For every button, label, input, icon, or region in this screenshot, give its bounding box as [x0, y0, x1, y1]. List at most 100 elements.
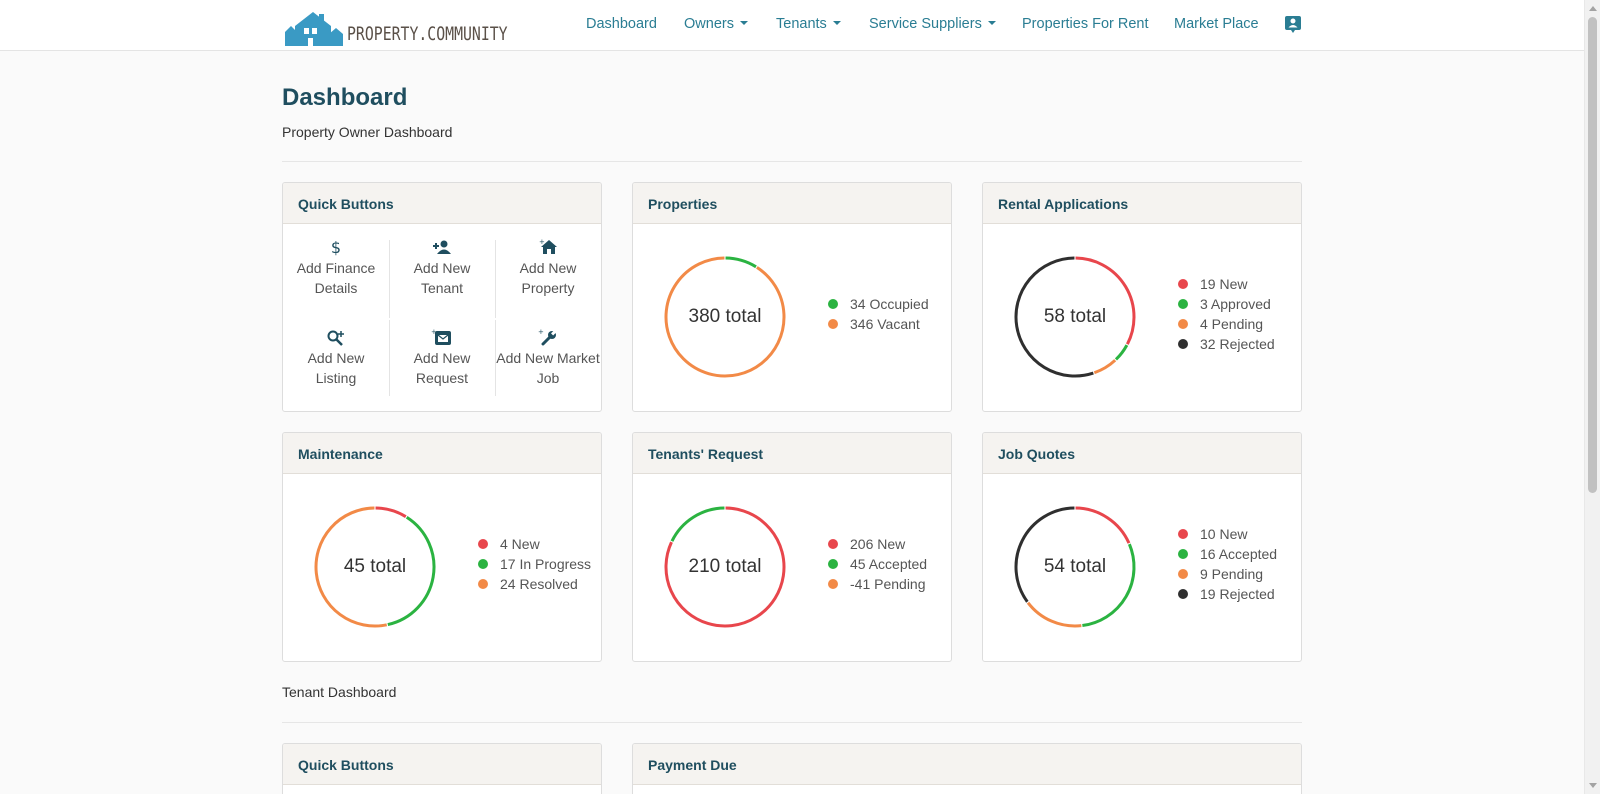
legend-label: 19 New [1200, 276, 1248, 292]
maintenance-card: Maintenance 45 total 4 New 17 In Progress… [282, 432, 602, 662]
add-new-tenant-button[interactable]: Add New Tenant [389, 238, 495, 318]
donut-total: 54 total [1043, 556, 1107, 577]
panel-title: Tenants' Request [633, 433, 951, 474]
legend-item: 9 Pending [1178, 564, 1277, 584]
legend-dot-icon [828, 559, 838, 570]
button-label: Add New [307, 350, 365, 366]
svg-text:+: + [539, 238, 545, 246]
donut-total: 210 total [688, 556, 762, 577]
legend-label: 19 Rejected [1200, 586, 1275, 602]
vertical-scrollbar[interactable] [1584, 0, 1600, 794]
donut-total: 45 total [343, 556, 407, 577]
panel-title: Rental Applications [983, 183, 1301, 224]
svg-text:+: + [431, 328, 437, 336]
legend-dot-icon [828, 539, 838, 550]
user-plus-icon [433, 240, 451, 254]
nav-item-owners[interactable]: Owners [684, 16, 748, 32]
legend-dot-icon [828, 319, 838, 330]
legend-dot-icon [1178, 279, 1188, 290]
legend-item: 16 Accepted [1178, 544, 1277, 564]
legend-item: 19 Rejected [1178, 584, 1277, 604]
nav-item-label: Tenants [776, 16, 827, 32]
legend-dot-icon [1178, 529, 1188, 540]
legend-dot-icon [478, 539, 488, 550]
panel-title: Properties [633, 183, 951, 224]
wrench-plus-icon: + [538, 328, 556, 346]
divider [282, 161, 1302, 162]
legend-item: 3 Approved [1178, 294, 1275, 314]
button-label: Details [314, 280, 358, 296]
button-label: Add New [519, 260, 577, 276]
legend-label: 17 In Progress [500, 556, 592, 572]
nav-item-dashboard[interactable]: Dashboard [586, 16, 657, 32]
button-label: Job [536, 370, 560, 386]
panel-title: Payment Due [633, 744, 1301, 785]
tenants-request-card: Tenants' Request 210 total 206 New 45 Acc… [632, 432, 952, 662]
caret-down-icon [739, 21, 748, 26]
owner-dashboard-label: Property Owner Dashboard [282, 124, 453, 140]
legend-label: 16 Accepted [1200, 546, 1278, 562]
donut-total: 380 total [688, 306, 762, 327]
rental-applications-card: Rental Applications 58 total 19 New 3 App… [982, 182, 1302, 412]
legend-label: 9 Pending [1200, 566, 1264, 582]
nav-item-label: Service Suppliers [869, 16, 982, 32]
job-quotes-card: Job Quotes 54 total 10 New 16 Accepted 9 P… [982, 432, 1302, 662]
panel-title: Quick Buttons [283, 183, 601, 224]
properties-card: Properties 380 total 34 Occupied 346 Vaca… [632, 182, 952, 412]
button-label: Add New [413, 350, 471, 366]
legend-item: -41 Pending [828, 574, 927, 594]
key-search-icon [327, 330, 344, 346]
nav-item-label: Market Place [1174, 16, 1259, 32]
panel-title: Job Quotes [983, 433, 1301, 474]
house-logo-icon [285, 12, 343, 46]
nav-item-properties-for-rent[interactable]: Properties For Rent [1022, 16, 1149, 32]
brand-name: PROPERTY.COMMUNITY [347, 23, 508, 45]
panel-title: Maintenance [283, 433, 601, 474]
panel-title: Quick Buttons [283, 744, 601, 785]
contact-card-icon[interactable] [1285, 16, 1301, 33]
brand-logo[interactable]: PROPERTY.COMMUNITY [285, 4, 553, 46]
legend-label: 4 New [500, 536, 540, 552]
legend-item: 346 Vacant [828, 314, 929, 334]
add-new-request-button[interactable]: + Add New Request [389, 328, 495, 408]
button-label: Listing [315, 370, 357, 386]
nav-item-service-suppliers[interactable]: Service Suppliers [869, 16, 996, 32]
nav-item-market-place[interactable]: Market Place [1174, 16, 1259, 32]
legend-dot-icon [478, 559, 488, 570]
button-label: Add New [413, 260, 471, 276]
donut-total: 58 total [1043, 306, 1107, 327]
legend-dot-icon [1178, 299, 1188, 310]
payment-due-panel: Payment Due [632, 743, 1302, 794]
legend-dot-icon [828, 579, 838, 590]
legend-dot-icon [1178, 339, 1188, 350]
legend-item: 17 In Progress [478, 554, 591, 574]
legend-item: 10 New [1178, 524, 1277, 544]
add-new-property-button[interactable]: + Add New Property [495, 238, 601, 318]
house-plus-icon: + [539, 238, 557, 254]
legend-label: 4 Pending [1200, 316, 1264, 332]
legend-item: 24 Resolved [478, 574, 591, 594]
legend-item: 4 Pending [1178, 314, 1275, 334]
legend-item: 206 New [828, 534, 927, 554]
nav-item-label: Owners [684, 16, 734, 32]
scroll-thumb[interactable] [1588, 17, 1597, 493]
button-label: Tenant [420, 280, 464, 296]
divider [282, 722, 1302, 723]
legend-label: 24 Resolved [500, 576, 578, 592]
add-new-market-job-button[interactable]: + Add New Market Job [495, 328, 601, 408]
nav-item-tenants[interactable]: Tenants [776, 16, 841, 32]
legend-label: -41 Pending [850, 576, 926, 592]
chart-legend: 206 New 45 Accepted -41 Pending [828, 534, 927, 594]
chart-legend: 34 Occupied 346 Vacant [828, 294, 929, 334]
legend-label: 10 New [1200, 526, 1248, 542]
scroll-down-arrow-icon[interactable] [1589, 783, 1597, 788]
quick-buttons-grid: $ Add Finance Details Add New Tenant + A… [283, 224, 601, 411]
add-new-listing-button[interactable]: Add New Listing [283, 328, 389, 408]
legend-dot-icon [478, 579, 488, 590]
navbar: PROPERTY.COMMUNITY Dashboard Owners Tenant… [0, 0, 1584, 51]
caret-down-icon [832, 21, 841, 26]
button-label: Add New Market [496, 350, 600, 366]
legend-label: 3 Approved [1200, 296, 1271, 312]
scroll-up-arrow-icon[interactable] [1589, 6, 1597, 11]
add-finance-details-button[interactable]: $ Add Finance Details [283, 238, 389, 318]
